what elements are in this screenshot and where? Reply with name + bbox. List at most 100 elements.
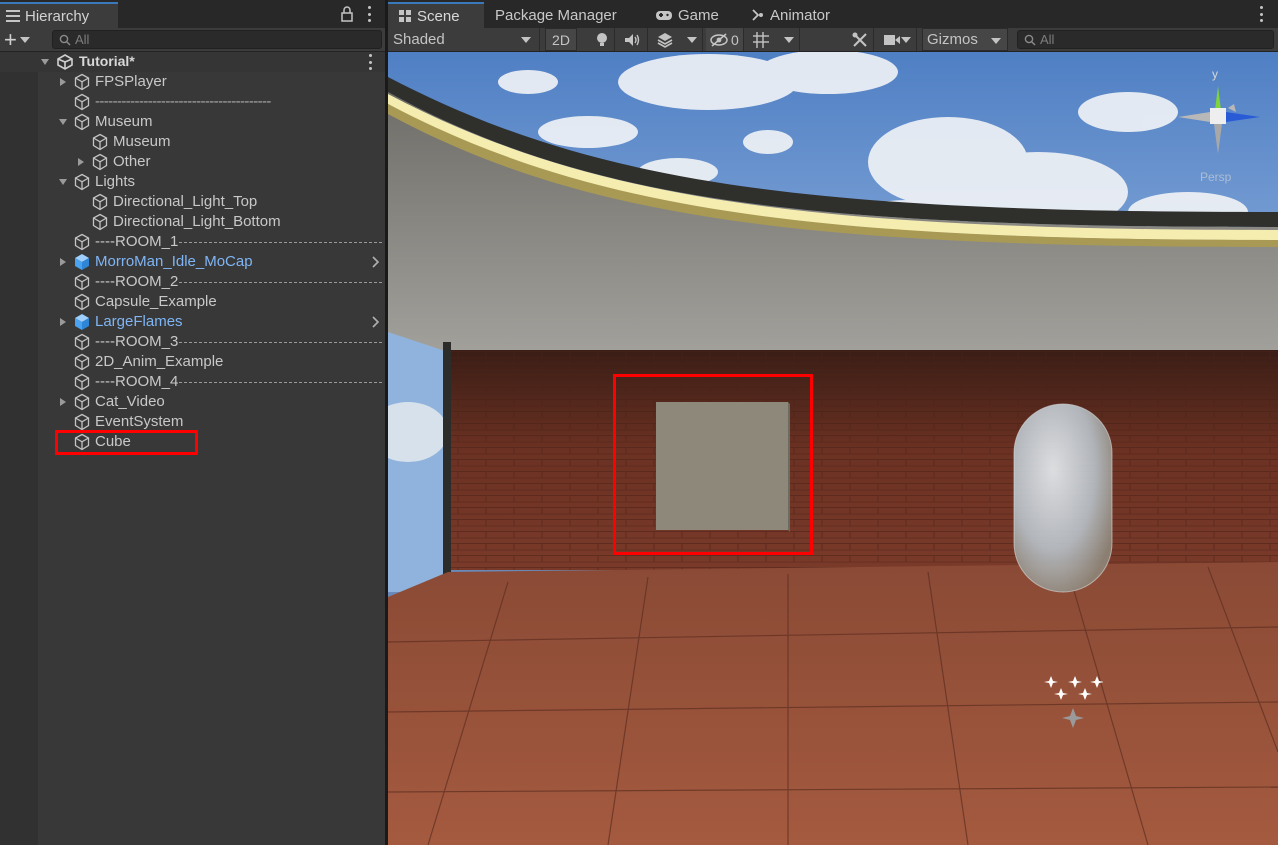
tab-animator[interactable]: Animator	[751, 2, 830, 28]
hierarchy-item[interactable]: Museum	[0, 112, 386, 132]
draw-mode-dropdown[interactable]: Shaded	[388, 28, 540, 51]
gizmos-dropdown[interactable]: Gizmos	[922, 28, 1008, 51]
scene-search[interactable]	[1017, 30, 1274, 49]
search-icon	[59, 34, 71, 46]
hierarchy-tree: FPSPlayer -------------------------------…	[0, 72, 386, 452]
package-manager-tab-label: Package Manager	[495, 6, 617, 24]
hierarchy-menu-icon[interactable]	[366, 6, 372, 22]
hierarchy-item[interactable]: Cat_Video	[0, 392, 386, 412]
hierarchy-item[interactable]: Directional_Light_Top	[0, 192, 386, 212]
grid-snap-icon	[753, 31, 769, 48]
hierarchy-item[interactable]: Other	[0, 152, 386, 172]
audio-toggle[interactable]	[618, 28, 648, 51]
gameobject-icon	[74, 373, 90, 391]
tab-scene[interactable]: Scene	[388, 2, 484, 28]
prefab-icon	[75, 254, 89, 270]
orientation-gizmo[interactable]: y	[1170, 66, 1270, 186]
draw-mode-label: Shaded	[393, 31, 445, 48]
chevron-down-icon	[19, 37, 30, 43]
hierarchy-panel: Hierarchy + Tutorial* FPSPlayer ---------…	[0, 0, 386, 845]
hierarchy-item[interactable]: ----ROOM_4	[0, 372, 386, 392]
camera-settings-dropdown[interactable]	[877, 28, 917, 51]
separator-line	[179, 282, 382, 283]
scene-root-row[interactable]: Tutorial*	[0, 52, 386, 72]
hierarchy-tab-label: Hierarchy	[25, 7, 90, 25]
hierarchy-item[interactable]: FPSPlayer	[0, 72, 386, 92]
animator-icon	[752, 9, 763, 21]
collapse-arrow-icon[interactable]	[58, 397, 68, 407]
collapse-arrow-icon[interactable]	[76, 157, 86, 167]
hierarchy-item-label: Cat_Video	[95, 393, 165, 410]
hierarchy-item-label: Lights	[95, 173, 136, 190]
gameobject-icon	[74, 353, 90, 371]
hierarchy-item[interactable]: LargeFlames	[0, 312, 386, 332]
plus-icon: +	[4, 27, 17, 52]
toggle-2d-button[interactable]: 2D	[545, 28, 577, 51]
list-icon	[6, 10, 20, 22]
highlight-box	[613, 374, 813, 555]
hierarchy-item[interactable]: 2D_Anim_Example	[0, 352, 386, 372]
lock-icon[interactable]	[340, 6, 354, 22]
gamepad-icon	[656, 11, 672, 20]
tab-game[interactable]: Game	[655, 2, 719, 28]
hierarchy-item[interactable]: ----ROOM_2	[0, 272, 386, 292]
scene-visibility-toggle[interactable]: 0	[706, 28, 744, 51]
game-tab-label: Game	[678, 6, 719, 24]
hierarchy-item[interactable]: Museum	[0, 132, 386, 152]
hierarchy-item-label: ----ROOM_1	[95, 233, 179, 250]
scene-menu-icon[interactable]	[367, 54, 373, 70]
scene-render	[388, 52, 1278, 845]
gameobject-icon	[92, 213, 108, 231]
projection-label[interactable]: Persp	[1200, 170, 1231, 184]
hierarchy-tab-bar: Hierarchy	[0, 0, 386, 28]
expand-arrow-icon[interactable]	[58, 117, 68, 127]
scene-tab-menu-icon[interactable]	[1258, 6, 1264, 22]
hierarchy-item-label: Directional_Light_Bottom	[113, 213, 281, 230]
toggle-2d-label: 2D	[552, 31, 570, 48]
scene-name: Tutorial*	[79, 53, 135, 69]
gameobject-icon	[92, 133, 108, 151]
hierarchy-item-label: ----ROOM_2	[95, 273, 179, 290]
expand-arrow-icon[interactable]	[40, 57, 50, 67]
chevron-right-icon[interactable]	[371, 255, 381, 269]
component-tools-button[interactable]	[846, 28, 874, 51]
hierarchy-item-label: FPSPlayer	[95, 73, 167, 90]
hierarchy-search[interactable]	[52, 30, 382, 49]
chevron-down-icon	[687, 37, 697, 43]
tab-hierarchy[interactable]: Hierarchy	[0, 2, 118, 28]
hierarchy-item[interactable]: MorroMan_Idle_MoCap	[0, 252, 386, 272]
hierarchy-item-label: ----ROOM_3	[95, 333, 179, 350]
hierarchy-item-label: Capsule_Example	[95, 293, 217, 310]
hierarchy-item[interactable]: ----ROOM_3	[0, 332, 386, 352]
effects-dropdown[interactable]	[651, 28, 703, 51]
chevron-down-icon	[991, 38, 1001, 44]
hierarchy-item[interactable]: Directional_Light_Bottom	[0, 212, 386, 232]
chevron-right-icon[interactable]	[371, 315, 381, 329]
hierarchy-item-label: LargeFlames	[95, 313, 183, 330]
create-button[interactable]: +	[4, 27, 40, 52]
gizmos-label: Gizmos	[927, 31, 978, 48]
expand-arrow-icon[interactable]	[58, 177, 68, 187]
scene-viewport[interactable]: y Persp	[388, 52, 1278, 845]
hierarchy-item[interactable]: ----ROOM_1	[0, 232, 386, 252]
gameobject-icon	[92, 193, 108, 211]
light-gizmo-icon[interactable]	[1043, 672, 1103, 734]
tab-package-manager[interactable]: Package Manager	[495, 2, 617, 28]
hierarchy-item[interactable]: ----------------------------------------	[0, 92, 386, 112]
collapse-arrow-icon[interactable]	[58, 317, 68, 327]
hierarchy-item[interactable]: Lights	[0, 172, 386, 192]
collapse-arrow-icon[interactable]	[58, 77, 68, 87]
lighting-toggle[interactable]	[589, 28, 615, 51]
collapse-arrow-icon[interactable]	[58, 257, 68, 267]
hierarchy-item[interactable]: Capsule_Example	[0, 292, 386, 312]
gameobject-icon	[74, 233, 90, 251]
hierarchy-search-input[interactable]	[75, 31, 375, 48]
scene-search-input[interactable]	[1040, 31, 1270, 48]
grid-snapping-dropdown[interactable]	[748, 28, 800, 51]
gameobject-icon	[74, 173, 90, 191]
hidden-count: 0	[731, 31, 739, 48]
gameobject-icon	[92, 153, 108, 171]
hierarchy-item[interactable]: EventSystem	[0, 412, 386, 432]
unity-scene-icon	[57, 54, 73, 70]
gameobject-icon	[74, 293, 90, 311]
